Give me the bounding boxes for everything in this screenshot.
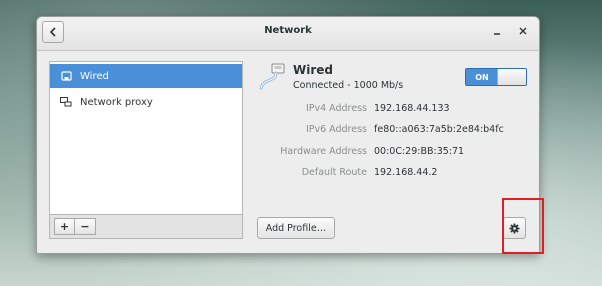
remove-connection-button[interactable]: − [75, 218, 96, 235]
close-button[interactable] [515, 23, 531, 39]
connection-status: Connected - 1000 Mb/s [293, 80, 404, 91]
property-value: 192.168.44.133 [374, 103, 450, 114]
property-label: IPv4 Address [305, 103, 367, 114]
settings-button[interactable] [503, 217, 526, 239]
gear-icon [509, 222, 520, 234]
network-proxy-icon [60, 96, 72, 108]
property-value: fe80::a063:7a5b:2e84:b4fc [374, 124, 504, 135]
sidebar-item-wired[interactable]: Wired [50, 64, 242, 88]
network-settings-window: Network Wired Network proxy + − Wired Co… [36, 16, 540, 254]
wired-network-icon [60, 70, 72, 82]
sidebar-item-label: Wired [80, 70, 109, 82]
close-icon [519, 27, 527, 35]
add-profile-button[interactable]: Add Profile… [257, 217, 335, 239]
device-list: Wired Network proxy [49, 61, 243, 215]
window-title: Network [264, 25, 312, 36]
connection-toggle-switch[interactable]: ON [465, 68, 527, 86]
property-label: Default Route [301, 167, 367, 178]
ethernet-cable-icon [258, 62, 288, 92]
title-bar: Network [37, 17, 539, 51]
add-connection-button[interactable]: + [54, 218, 75, 235]
switch-on-label: ON [466, 69, 498, 85]
property-value: 192.168.44.2 [374, 167, 438, 178]
switch-knob[interactable] [497, 69, 526, 85]
property-label: Hardware Address [280, 146, 367, 157]
connection-title: Wired [293, 63, 333, 77]
sidebar-item-label: Network proxy [80, 96, 153, 108]
minimize-button[interactable] [489, 23, 505, 39]
minimize-icon [494, 33, 500, 35]
property-label: IPv6 Address [305, 124, 367, 135]
sidebar-toolbar: + − [49, 215, 243, 239]
sidebar-item-network-proxy[interactable]: Network proxy [50, 90, 242, 114]
property-value: 00:0C:29:BB:35:71 [374, 146, 465, 157]
